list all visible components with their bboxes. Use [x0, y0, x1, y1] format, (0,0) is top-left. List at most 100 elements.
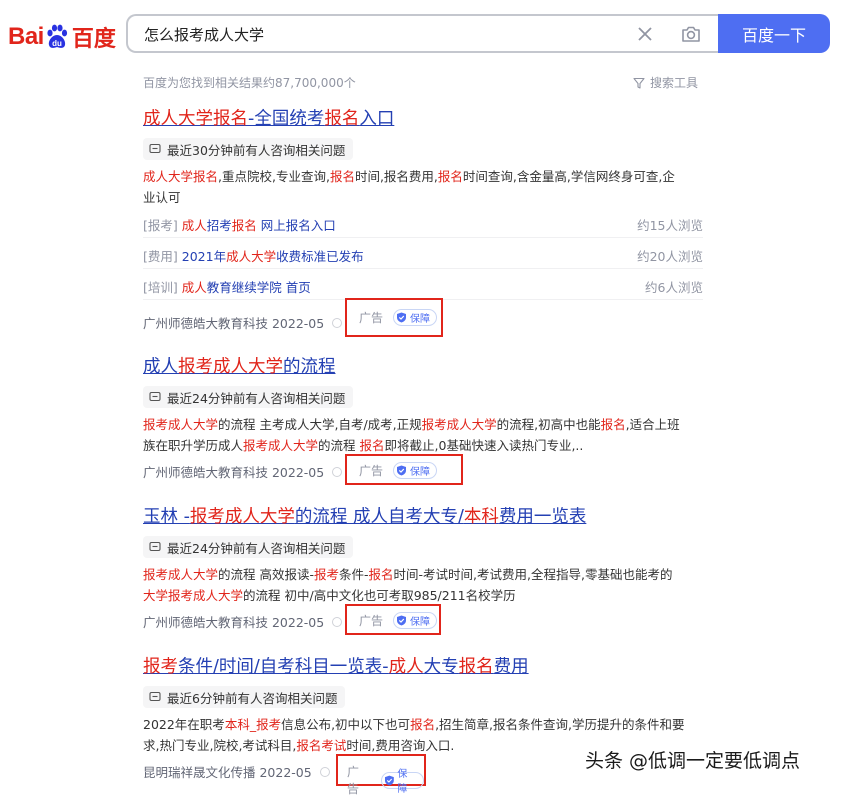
description-segment: 信息公布,初中以下也可	[281, 717, 411, 732]
result-title[interactable]: 成人报考成人大学的流程	[143, 353, 336, 378]
description-line: 族在职升学历成人报考成人大学的流程 报名即将截止,0基础快速入读热门专业,..	[143, 435, 703, 456]
ad-highlight-box: 广告 保障	[345, 604, 441, 635]
search-tools-label: 搜索工具	[650, 76, 699, 90]
guarantee-badge[interactable]: 保障	[380, 769, 424, 795]
sublink-segment: 成人	[181, 218, 207, 233]
view-count: 约6人浏览	[645, 280, 703, 295]
camera-icon[interactable]	[680, 23, 702, 45]
sublink-segment: 成人	[181, 280, 207, 295]
info-dot-icon[interactable]	[319, 766, 330, 777]
description-segment: 报名	[410, 717, 436, 732]
result-source: 广州师德皓大教育科技 2022-05	[143, 462, 343, 481]
sublink-text[interactable]: 2021年成人大学收费标准已发布	[182, 249, 364, 264]
view-count: 约15人浏览	[637, 218, 703, 233]
search-tools-button[interactable]: 搜索工具	[633, 74, 698, 91]
result-title[interactable]: 玉林 -报考成人大学的流程 成人自考大专/本科费用一览表	[143, 503, 586, 528]
sublink-tag: [培训]	[143, 280, 178, 295]
description-segment: 报名	[368, 567, 394, 582]
result-source: 广州师德皓大教育科技 2022-05	[143, 612, 343, 631]
sublink-text[interactable]: 成人教育继续学院 首页	[182, 280, 311, 295]
description-segment: ,招生简章,报名条件查询,学历提升的条件和要	[435, 717, 685, 732]
description-segment: 报考成人大学	[421, 417, 497, 432]
description-segment: ,重点院校,专业查询,	[218, 169, 330, 184]
description-segment: 报名	[437, 169, 463, 184]
watermark: 头条 @低调一定要低调点	[585, 750, 801, 772]
description-segment: 族在职升学历成人	[143, 438, 244, 453]
title-segment: 成人	[388, 657, 424, 677]
result-source: 广州师德皓大教育科技 2022-05	[143, 313, 343, 332]
title-segment: 入口	[359, 109, 395, 129]
title-segment: 大专	[423, 657, 459, 677]
result-description: 报考成人大学的流程 高效报读-报考条件-报名时间-考试时间,考试费用,全程指导,…	[143, 564, 703, 606]
search-input[interactable]	[142, 16, 616, 53]
result-description: 成人大学报名,重点院校,专业查询,报名时间,报名费用,报名时间查询,含金量高,学…	[143, 166, 703, 208]
result-source: 昆明瑞祥晟文化传播 2022-05	[143, 762, 330, 781]
clear-icon[interactable]	[636, 25, 654, 43]
description-segment: 即将截止,0基础快速入读热门专业,..	[384, 438, 584, 453]
sublink-segment: 2021年	[181, 249, 227, 264]
guarantee-text: 保障	[410, 467, 431, 478]
ad-highlight-box: 广告 保障	[345, 454, 463, 485]
description-line: 成人大学报名,重点院校,专业查询,报名时间,报名费用,报名时间查询,含金量高,学…	[143, 166, 703, 187]
title-segment: 的流程 成人自考大专/	[294, 507, 464, 527]
sublink-segment: 报名	[231, 218, 257, 233]
guarantee-badge[interactable]: 保障	[393, 612, 438, 629]
source-text: 广州师德皓大教育科技 2022-05	[143, 615, 325, 630]
source-text: 广州师德皓大教育科技 2022-05	[143, 316, 325, 331]
sublink[interactable]: [报考] 成人招考报名 网上报名入口 约15人浏览	[143, 215, 703, 238]
baidu-logo[interactable]: Bai du 百度	[8, 20, 116, 54]
sublink-left: [费用] 2021年成人大学收费标准已发布	[143, 246, 364, 268]
description-segment: ,适合上班	[625, 417, 680, 432]
description-segment: 时间,报名费用,	[354, 169, 438, 184]
result-count: 百度为您找到相关结果约87,700,000个	[143, 76, 356, 90]
description-segment: 时间-考试时间,考试费用,全程指导,零基础也能考的	[393, 567, 673, 582]
description-segment: 时间,费用咨询入口.	[346, 738, 455, 753]
title-segment: 报考	[143, 657, 178, 677]
consult-tag: 最近6分钟前有人咨询相关问题	[143, 686, 346, 708]
guarantee-text: 保障	[410, 617, 431, 628]
description-segment: 的流程 主考成人大学,自考/成考,正规	[218, 417, 422, 432]
consult-text: 最近30分钟前有人咨询相关问题	[167, 142, 346, 158]
description-line: 报考成人大学的流程 高效报读-报考条件-报名时间-考试时间,考试费用,全程指导,…	[143, 564, 703, 585]
title-segment: 的流程	[283, 357, 336, 377]
ad-highlight-box: 广告 保障	[345, 298, 443, 337]
result-title[interactable]: 成人大学报名-全国统考报名入口	[143, 105, 394, 130]
result-description: 报考成人大学的流程 主考成人大学,自考/成考,正规报考成人大学的流程,初高中也能…	[143, 414, 703, 456]
description-segment: 2022年在职考	[143, 717, 225, 732]
description-line: 报考成人大学的流程 主考成人大学,自考/成考,正规报考成人大学的流程,初高中也能…	[143, 414, 703, 435]
description-line: 2022年在职考本科_报考信息公布,初中以下也可报名,招生简章,报名条件查询,学…	[143, 714, 703, 735]
description-segment: 报考	[314, 567, 340, 582]
description-segment: 的流程 高效报读-	[218, 567, 314, 582]
chat-icon	[149, 691, 161, 702]
consult-text: 最近24分钟前有人咨询相关问题	[167, 540, 346, 556]
title-segment: 费用	[493, 657, 529, 677]
title-segment: 条件/时间/自考科目一览表-	[178, 657, 389, 677]
chat-icon	[149, 143, 161, 154]
ad-label: 广告	[359, 311, 384, 325]
sublink-segment: 教育继续学院 首页	[206, 280, 311, 295]
description-segment: 本科_报考	[224, 717, 282, 732]
info-dot-icon[interactable]	[332, 616, 343, 627]
title-segment: 报考成人大学	[189, 507, 295, 527]
guarantee-badge[interactable]: 保障	[393, 462, 438, 479]
view-count: 约20人浏览	[637, 249, 703, 264]
info-dot-icon[interactable]	[332, 317, 343, 328]
title-segment: 报考成人大学	[178, 357, 283, 377]
description-segment: 业认可	[143, 190, 181, 205]
info-dot-icon[interactable]	[332, 466, 343, 477]
sublink-text[interactable]: 成人招考报名 网上报名入口	[182, 218, 336, 233]
sublink[interactable]: [费用] 2021年成人大学收费标准已发布 约20人浏览	[143, 246, 703, 269]
description-segment: 条件-	[339, 567, 369, 582]
description-line: 业认可	[143, 187, 703, 208]
sublink[interactable]: [培训] 成人教育继续学院 首页 约6人浏览	[143, 277, 703, 300]
description-segment: 的流程,初高中也能	[496, 417, 601, 432]
guarantee-badge[interactable]: 保障	[393, 309, 438, 326]
result-title[interactable]: 报考条件/时间/自考科目一览表-成人大专报名费用	[143, 653, 529, 678]
shield-icon	[397, 615, 407, 626]
ad-label: 广告	[347, 765, 360, 796]
ad-label: 广告	[359, 614, 384, 628]
description-segment: 报名	[329, 169, 355, 184]
search-button[interactable]: 百度一下	[718, 14, 830, 53]
sublink-segment: 成人大学	[226, 249, 277, 264]
chat-icon	[149, 541, 161, 552]
